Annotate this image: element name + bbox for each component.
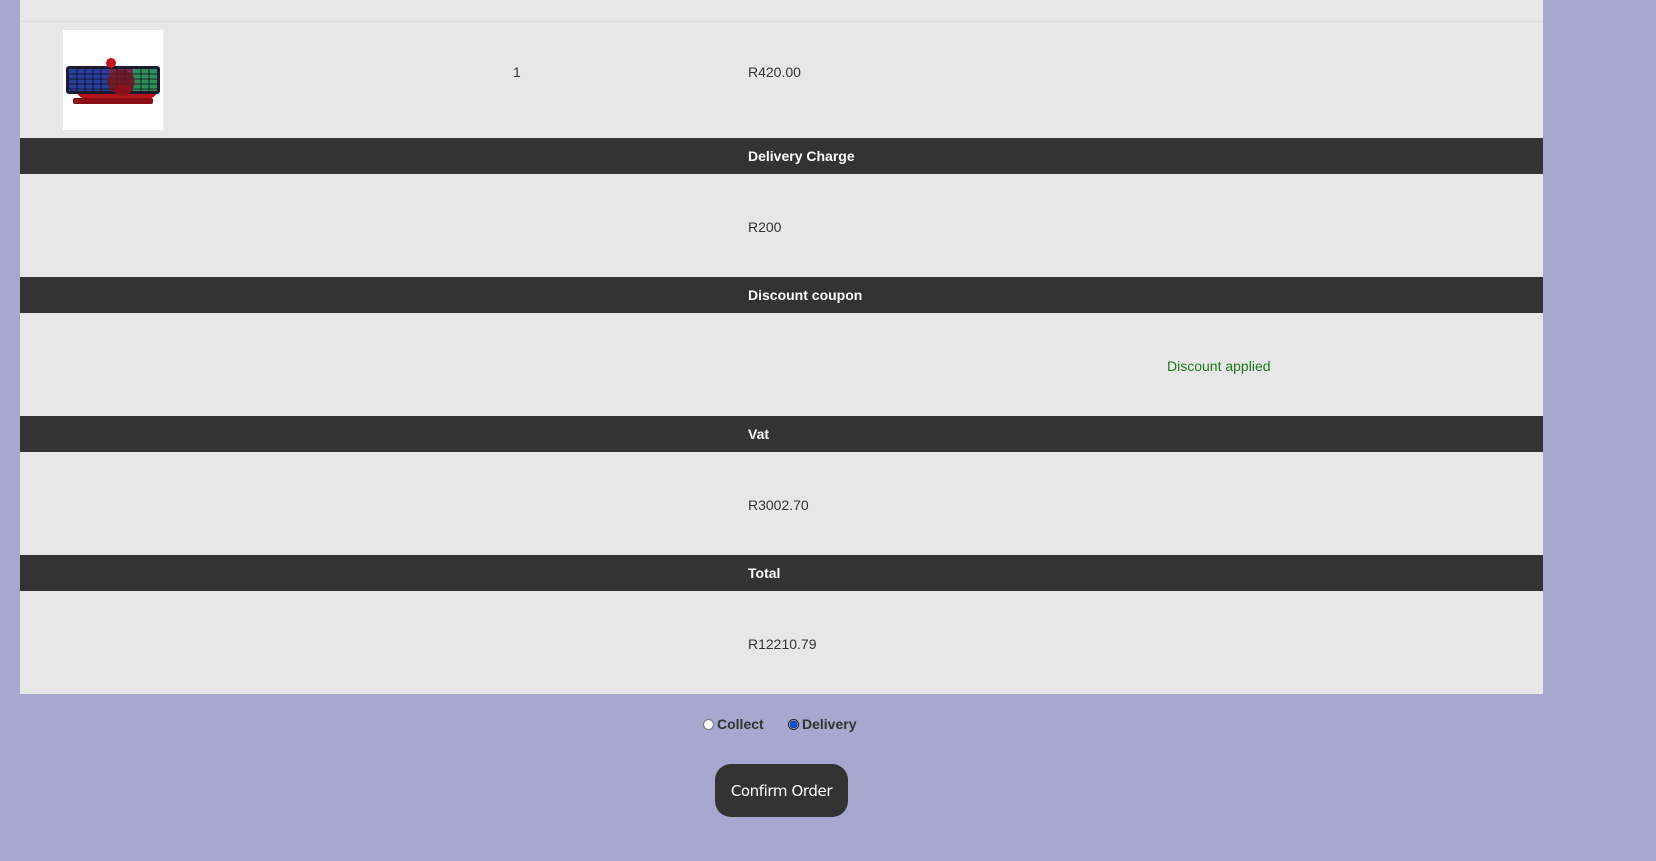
collect-option[interactable]: Collect bbox=[703, 716, 764, 732]
delivery-charge-value: R200 bbox=[748, 219, 782, 235]
discount-coupon-header: Discount coupon bbox=[20, 277, 1543, 313]
vat-heading: Vat bbox=[748, 426, 770, 442]
order-summary-panel: 1 R420.00 Delivery Charge R200 Discount … bbox=[20, 0, 1543, 694]
keyboard-product-image bbox=[63, 30, 163, 130]
vat-header: Vat bbox=[20, 416, 1543, 452]
delivery-option[interactable]: Delivery bbox=[788, 716, 856, 732]
total-heading: Total bbox=[748, 565, 781, 581]
total-value: R12210.79 bbox=[748, 636, 817, 652]
delivery-radio[interactable] bbox=[788, 719, 799, 730]
discount-coupon-heading: Discount coupon bbox=[748, 287, 863, 303]
delivery-label[interactable]: Delivery bbox=[802, 716, 856, 732]
total-header: Total bbox=[20, 555, 1543, 591]
collect-label[interactable]: Collect bbox=[717, 716, 764, 732]
row-divider bbox=[20, 21, 1543, 22]
discount-status-message: Discount applied bbox=[1167, 358, 1271, 374]
delivery-charge-heading: Delivery Charge bbox=[748, 148, 855, 164]
collect-radio[interactable] bbox=[703, 719, 714, 730]
item-price-value: R420.00 bbox=[748, 64, 801, 80]
quantity-value: 1 bbox=[513, 64, 521, 80]
delivery-charge-header: Delivery Charge bbox=[20, 138, 1543, 174]
vat-value: R3002.70 bbox=[748, 497, 809, 513]
confirm-order-button[interactable]: Confirm Order bbox=[715, 764, 848, 817]
product-image bbox=[63, 30, 163, 130]
